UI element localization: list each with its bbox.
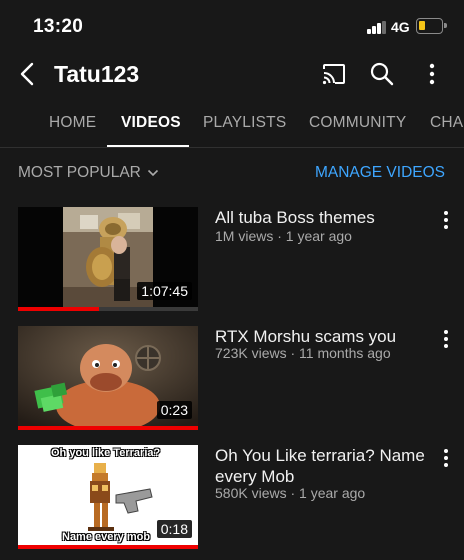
status-time: 13:20: [33, 16, 84, 37]
watch-progress-fill: [18, 307, 99, 311]
video-more-icon[interactable]: [440, 447, 452, 469]
manage-videos-link[interactable]: MANAGE VIDEOS: [315, 164, 445, 182]
sort-label: MOST POPULAR: [18, 164, 141, 181]
more-vert-icon[interactable]: [422, 62, 442, 86]
tab-playlists[interactable]: PLAYLISTS: [203, 114, 286, 132]
watch-progress: [18, 307, 198, 311]
search-icon[interactable]: [369, 61, 395, 87]
video-duration: 1:07:45: [137, 282, 192, 300]
watch-progress-fill: [18, 545, 198, 549]
video-more-icon[interactable]: [440, 328, 452, 350]
watch-progress-fill: [18, 426, 198, 430]
video-more-icon[interactable]: [440, 209, 452, 231]
video-item[interactable]: 1:07:45 All tuba Boss themes 1M views · …: [0, 207, 464, 311]
status-bar: 13:20 4G: [0, 0, 464, 52]
chevron-down-icon: [147, 169, 158, 177]
watch-progress: [18, 545, 198, 549]
video-title[interactable]: All tuba Boss themes: [215, 207, 430, 228]
battery-icon: [416, 18, 447, 34]
app-bar: Tatu123: [0, 52, 464, 98]
tab-community[interactable]: COMMUNITY: [309, 114, 406, 132]
channel-title: Tatu123: [54, 61, 140, 87]
video-title[interactable]: Oh You Like terraria? Name every Mob: [215, 445, 430, 487]
video-meta: 580K views · 1 year ago: [215, 485, 366, 501]
back-arrow-icon[interactable]: [14, 60, 42, 88]
video-item[interactable]: 0:23 RTX Morshu scams you 723K views · 1…: [0, 326, 464, 430]
thumbnail-caption-top: Oh you like Terraria?: [51, 447, 161, 459]
video-item[interactable]: Oh you like Terraria? Name every mob 0:1…: [0, 445, 464, 549]
video-thumbnail[interactable]: 1:07:45: [18, 207, 198, 308]
video-thumbnail[interactable]: Oh you like Terraria? Name every mob 0:1…: [18, 445, 198, 546]
tab-home[interactable]: HOME: [49, 114, 96, 132]
video-duration: 0:23: [156, 401, 192, 419]
video-meta: 1M views · 1 year ago: [215, 228, 352, 244]
tab-channels[interactable]: CHA: [430, 114, 463, 132]
thumbnail-caption-bottom: Name every mob: [62, 531, 151, 543]
video-title[interactable]: RTX Morshu scams you: [215, 326, 430, 347]
network-type: 4G: [391, 19, 410, 35]
video-meta: 723K views · 11 months ago: [215, 345, 391, 361]
cast-icon[interactable]: [321, 62, 347, 86]
video-duration: 0:18: [156, 520, 192, 538]
sort-dropdown[interactable]: MOST POPULAR: [18, 164, 159, 182]
video-thumbnail[interactable]: 0:23: [18, 326, 198, 427]
sort-row: MOST POPULAR MANAGE VIDEOS: [0, 150, 464, 196]
watch-progress: [18, 426, 198, 430]
tabs-divider: [0, 147, 464, 148]
channel-tabs: HOME VIDEOS PLAYLISTS COMMUNITY CHA: [0, 100, 464, 148]
tab-videos[interactable]: VIDEOS: [121, 114, 181, 132]
signal-icon: [367, 21, 387, 34]
